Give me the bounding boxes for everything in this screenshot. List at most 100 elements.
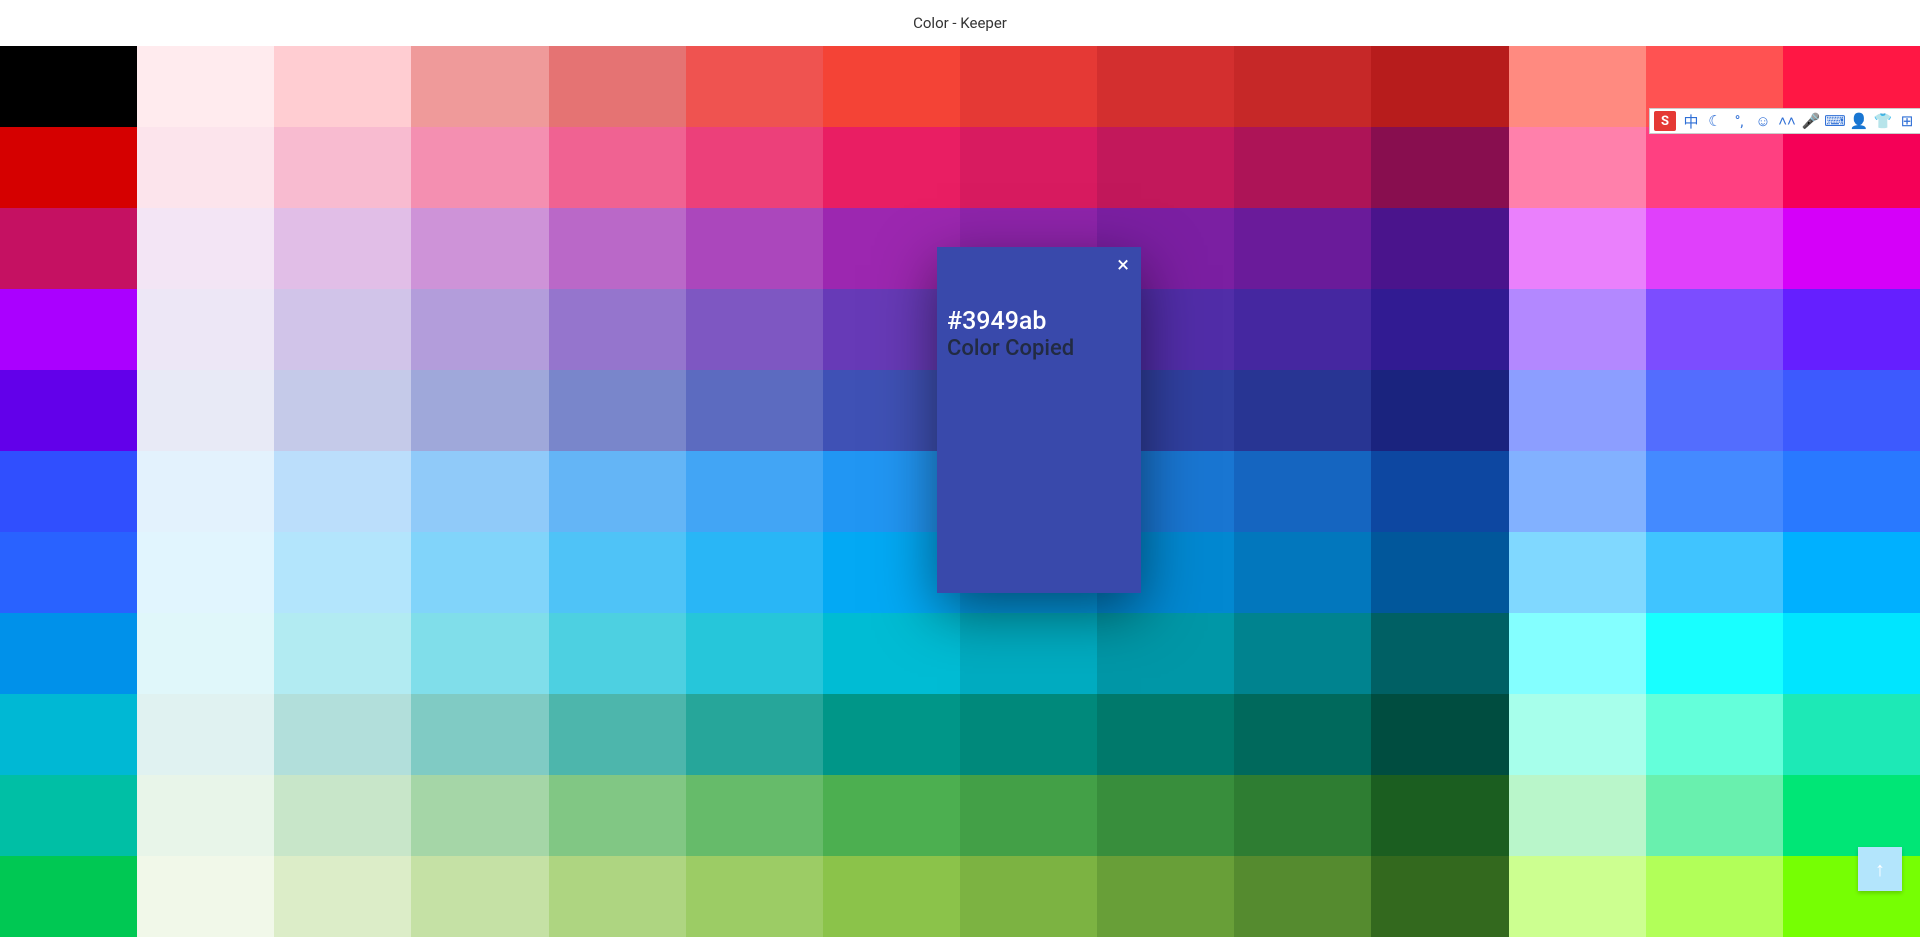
color-swatch[interactable]	[686, 289, 823, 370]
color-swatch[interactable]	[411, 289, 548, 370]
color-swatch[interactable]	[1234, 289, 1371, 370]
color-swatch[interactable]	[549, 127, 686, 208]
color-swatch[interactable]	[0, 289, 137, 370]
color-swatch[interactable]	[274, 775, 411, 856]
color-swatch[interactable]	[549, 856, 686, 937]
color-swatch[interactable]	[411, 451, 548, 532]
color-swatch[interactable]	[960, 694, 1097, 775]
color-swatch[interactable]	[1097, 127, 1234, 208]
color-swatch[interactable]	[686, 856, 823, 937]
color-swatch[interactable]	[1234, 694, 1371, 775]
color-swatch[interactable]	[0, 208, 137, 289]
color-swatch[interactable]	[411, 46, 548, 127]
color-swatch[interactable]	[0, 775, 137, 856]
color-swatch[interactable]	[274, 208, 411, 289]
color-swatch[interactable]	[686, 451, 823, 532]
color-swatch[interactable]	[549, 694, 686, 775]
color-swatch[interactable]	[0, 856, 137, 937]
color-swatch[interactable]	[274, 370, 411, 451]
color-swatch[interactable]	[1509, 532, 1646, 613]
color-swatch[interactable]	[411, 856, 548, 937]
color-swatch[interactable]	[1097, 775, 1234, 856]
color-swatch[interactable]	[1371, 775, 1508, 856]
color-swatch[interactable]	[0, 370, 137, 451]
color-swatch[interactable]	[0, 451, 137, 532]
color-swatch[interactable]	[1509, 289, 1646, 370]
color-swatch[interactable]	[1646, 856, 1783, 937]
color-swatch[interactable]	[1371, 613, 1508, 694]
color-swatch[interactable]	[1371, 451, 1508, 532]
ime-skin-icon[interactable]: 👕	[1874, 112, 1892, 130]
color-swatch[interactable]	[1783, 370, 1920, 451]
color-swatch[interactable]	[823, 127, 960, 208]
color-swatch[interactable]	[1371, 856, 1508, 937]
color-swatch[interactable]	[1371, 370, 1508, 451]
color-swatch[interactable]	[274, 127, 411, 208]
color-swatch[interactable]	[411, 532, 548, 613]
color-swatch[interactable]	[1234, 208, 1371, 289]
color-swatch[interactable]	[137, 289, 274, 370]
color-swatch[interactable]	[137, 694, 274, 775]
color-swatch[interactable]	[1234, 613, 1371, 694]
color-swatch[interactable]	[1371, 46, 1508, 127]
color-swatch[interactable]	[1234, 856, 1371, 937]
color-swatch[interactable]	[1509, 856, 1646, 937]
color-swatch[interactable]	[1509, 451, 1646, 532]
color-swatch[interactable]	[1097, 856, 1234, 937]
color-swatch[interactable]	[1371, 532, 1508, 613]
color-swatch[interactable]	[960, 127, 1097, 208]
color-swatch[interactable]	[274, 532, 411, 613]
color-swatch[interactable]	[1646, 289, 1783, 370]
color-swatch[interactable]	[1509, 775, 1646, 856]
color-swatch[interactable]	[411, 208, 548, 289]
color-swatch[interactable]	[549, 289, 686, 370]
color-swatch[interactable]	[1509, 127, 1646, 208]
ime-moon-icon[interactable]: ☾	[1706, 112, 1724, 130]
color-swatch[interactable]	[0, 532, 137, 613]
color-swatch[interactable]	[549, 46, 686, 127]
color-swatch[interactable]	[0, 613, 137, 694]
ime-logo-icon[interactable]: S	[1654, 111, 1676, 131]
color-swatch[interactable]	[137, 208, 274, 289]
color-swatch[interactable]	[137, 370, 274, 451]
color-swatch[interactable]	[274, 694, 411, 775]
color-swatch[interactable]	[960, 46, 1097, 127]
color-swatch[interactable]	[823, 613, 960, 694]
color-swatch[interactable]	[1234, 127, 1371, 208]
color-swatch[interactable]	[1097, 46, 1234, 127]
color-swatch[interactable]	[1646, 775, 1783, 856]
color-swatch[interactable]	[411, 613, 548, 694]
color-swatch[interactable]	[549, 208, 686, 289]
color-swatch[interactable]	[549, 775, 686, 856]
ime-grid-icon[interactable]: ⊞	[1898, 112, 1916, 130]
color-swatch[interactable]	[137, 46, 274, 127]
color-swatch[interactable]	[823, 694, 960, 775]
ime-emoji-icon[interactable]: ☺	[1754, 112, 1772, 130]
color-swatch[interactable]	[1646, 370, 1783, 451]
color-swatch[interactable]	[137, 775, 274, 856]
color-swatch[interactable]	[1509, 46, 1646, 127]
ime-face-icon[interactable]: ˄˄	[1778, 112, 1796, 130]
color-swatch[interactable]	[1783, 775, 1920, 856]
color-swatch[interactable]	[686, 694, 823, 775]
color-swatch[interactable]	[137, 451, 274, 532]
color-swatch[interactable]	[1234, 46, 1371, 127]
color-swatch[interactable]	[686, 46, 823, 127]
color-swatch[interactable]	[960, 856, 1097, 937]
color-swatch[interactable]	[411, 694, 548, 775]
color-swatch[interactable]	[1234, 532, 1371, 613]
color-swatch[interactable]	[1783, 289, 1920, 370]
color-swatch[interactable]	[274, 46, 411, 127]
color-swatch[interactable]	[1783, 208, 1920, 289]
color-swatch[interactable]	[1097, 613, 1234, 694]
color-swatch[interactable]	[686, 613, 823, 694]
color-swatch[interactable]	[1509, 694, 1646, 775]
ime-keyboard-icon[interactable]: ⌨	[1826, 112, 1844, 130]
color-swatch[interactable]	[1509, 613, 1646, 694]
color-swatch[interactable]	[1646, 613, 1783, 694]
color-swatch[interactable]	[823, 856, 960, 937]
color-swatch[interactable]	[960, 775, 1097, 856]
color-swatch[interactable]	[960, 613, 1097, 694]
ime-mic-icon[interactable]: 🎤	[1802, 112, 1820, 130]
color-swatch[interactable]	[549, 370, 686, 451]
